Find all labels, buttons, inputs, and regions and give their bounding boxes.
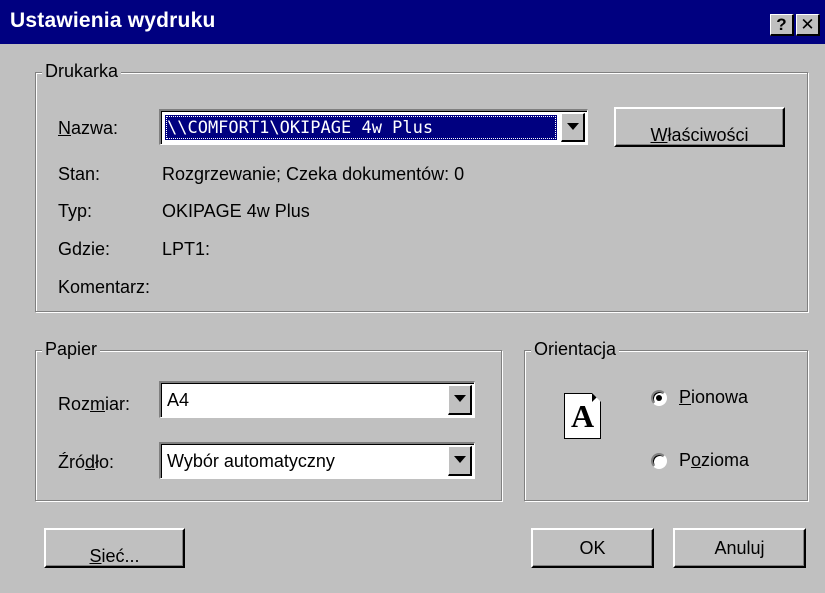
title-bar: Ustawienia wydruku ? ✕ bbox=[0, 0, 825, 44]
type-label: Typ: bbox=[58, 201, 93, 221]
paper-source-dropdown[interactable]: Wybór automatyczny bbox=[159, 442, 475, 479]
where-label: Gdzie: bbox=[58, 239, 111, 259]
properties-button[interactable]: Właściwości bbox=[614, 107, 785, 147]
paper-size-label: Rozmiar: bbox=[58, 394, 131, 414]
paper-source-value: Wybór automatyczny bbox=[167, 451, 335, 471]
cancel-button[interactable]: Anuluj bbox=[673, 528, 806, 568]
where-value: LPT1: bbox=[162, 239, 211, 259]
dialog-title: Ustawienia wydruku bbox=[10, 9, 216, 32]
help-icon: ? bbox=[776, 15, 787, 34]
paper-size-value: A4 bbox=[167, 390, 190, 410]
status-label: Stan: bbox=[58, 164, 101, 184]
status-value: Rozgrzewanie; Czeka dokumentów: 0 bbox=[162, 164, 465, 184]
landscape-radio[interactable] bbox=[651, 453, 667, 469]
comment-label: Komentarz: bbox=[58, 277, 151, 297]
page-orientation-icon: A bbox=[564, 393, 601, 439]
printer-group-label: Drukarka bbox=[42, 60, 122, 82]
portrait-radio[interactable] bbox=[651, 390, 667, 406]
portrait-label[interactable]: Pionowa bbox=[679, 386, 748, 408]
paper-size-dropdown[interactable]: A4 bbox=[159, 381, 475, 418]
paper-size-dropdown-arrow-icon[interactable] bbox=[448, 385, 472, 415]
paper-group-label: Papier bbox=[42, 338, 101, 360]
print-setup-dialog: Ustawienia wydruku ? ✕ Drukarka Nazwa: \… bbox=[0, 0, 825, 593]
paper-source-label: Źródło: bbox=[58, 452, 115, 472]
landscape-label[interactable]: Pozioma bbox=[679, 449, 749, 471]
printer-name-dropdown-arrow-icon[interactable] bbox=[561, 113, 585, 142]
type-value: OKIPAGE 4w Plus bbox=[162, 201, 310, 221]
orientation-group-label: Orientacja bbox=[531, 338, 620, 360]
close-button[interactable]: ✕ bbox=[796, 14, 820, 36]
paper-source-dropdown-arrow-icon[interactable] bbox=[448, 446, 472, 476]
printer-name-dropdown[interactable]: \\COMFORT1\OKIPAGE 4w Plus bbox=[159, 109, 588, 145]
close-icon: ✕ bbox=[800, 15, 815, 34]
printer-name-value: \\COMFORT1\OKIPAGE 4w Plus bbox=[165, 115, 557, 140]
help-button[interactable]: ? bbox=[770, 14, 794, 36]
ok-button[interactable]: OK bbox=[531, 528, 654, 568]
printer-name-label: Nazwa: bbox=[58, 118, 119, 138]
network-button[interactable]: Sieć... bbox=[44, 528, 185, 568]
